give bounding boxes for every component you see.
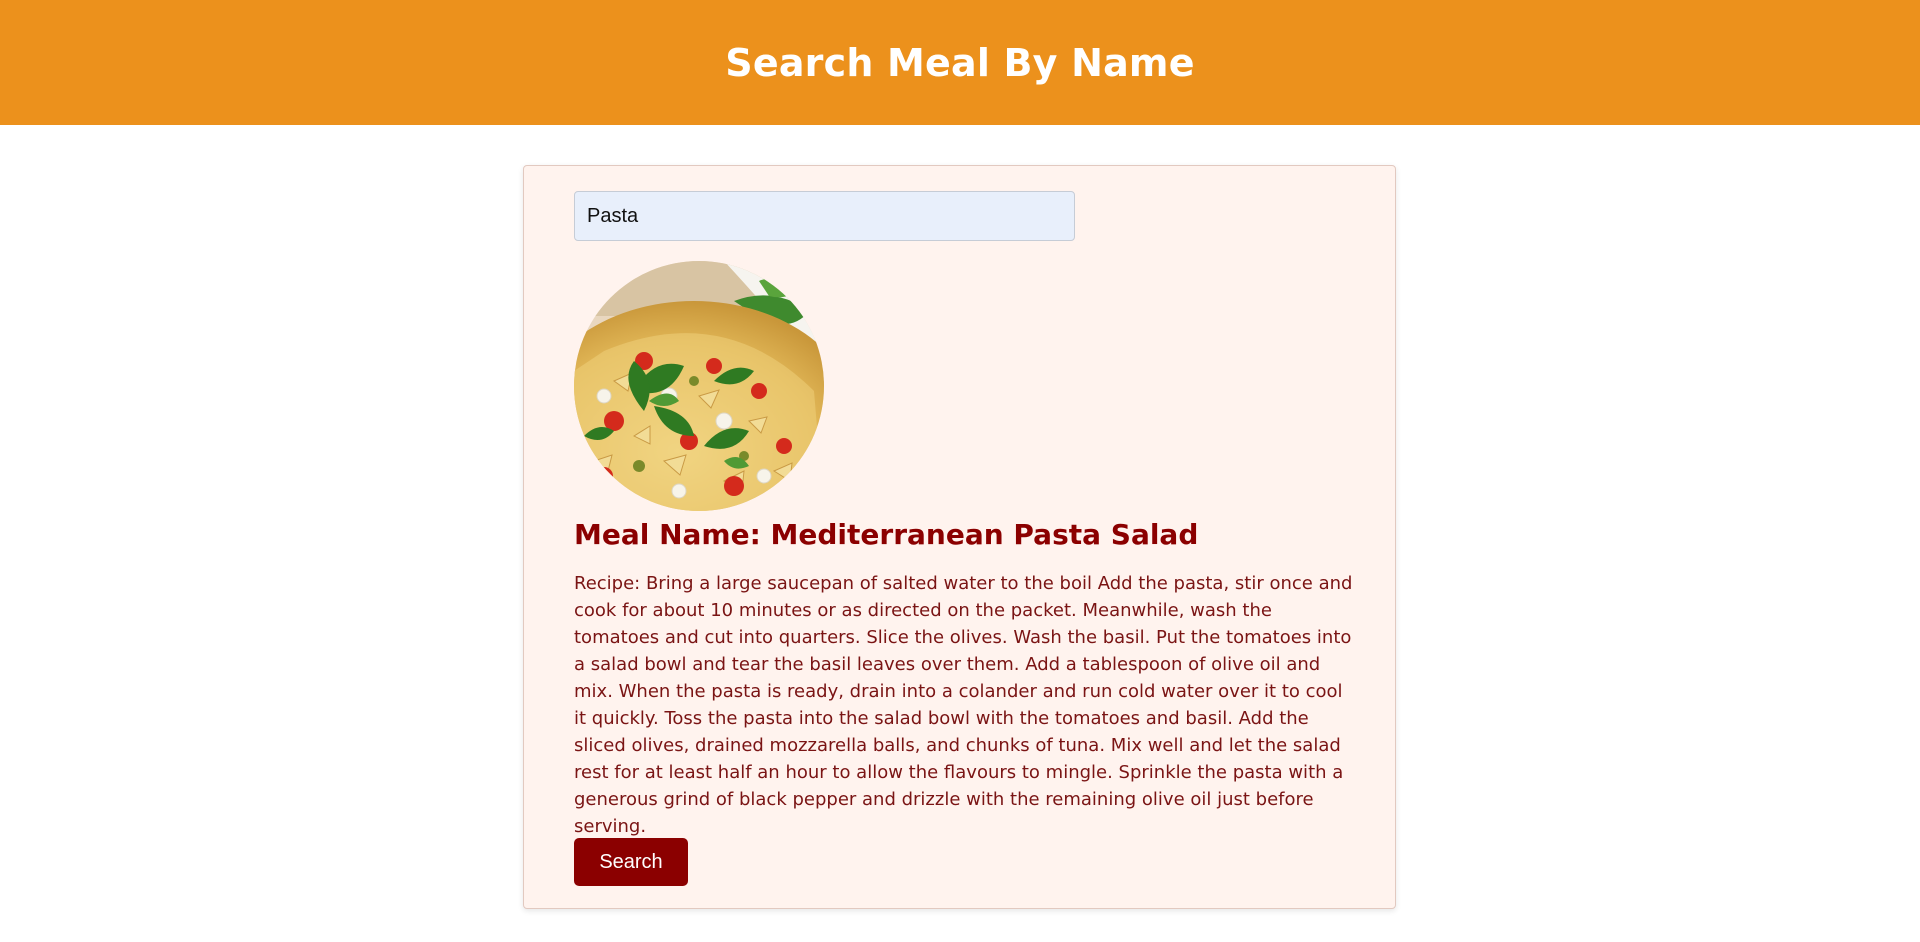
page-header: Search Meal By Name (0, 0, 1920, 125)
meal-name: Meal Name: Mediterranean Pasta Salad (574, 518, 1199, 551)
meal-search-input[interactable] (574, 191, 1075, 241)
pasta-salad-image (574, 261, 824, 511)
meal-image (574, 261, 824, 511)
page-title: Search Meal By Name (725, 40, 1195, 85)
recipe-text: Recipe: Bring a large saucepan of salted… (574, 573, 1353, 837)
meal-card: Meal Name: Mediterranean Pasta Salad Rec… (523, 165, 1396, 909)
search-button[interactable]: Search (574, 838, 688, 886)
